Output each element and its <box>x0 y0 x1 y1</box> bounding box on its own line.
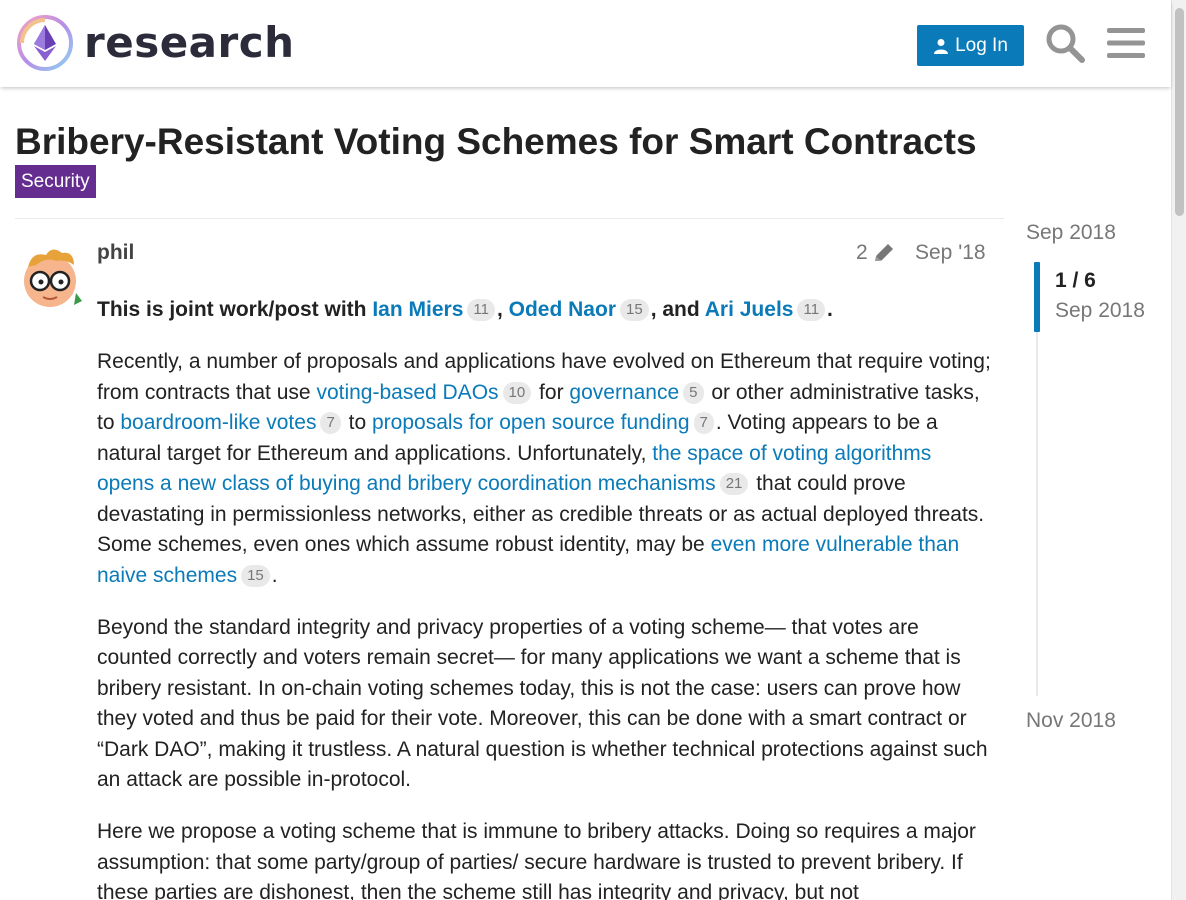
site-name: research <box>84 18 295 67</box>
timeline-end-date[interactable]: Nov 2018 <box>1026 706 1116 736</box>
site-logo[interactable]: research <box>16 14 295 72</box>
text: to <box>342 411 372 434</box>
text: . <box>827 298 833 321</box>
link-click-count: 5 <box>683 381 704 404</box>
link-click-count: 15 <box>241 564 270 587</box>
text: This is joint work/post with <box>97 298 373 321</box>
page-scrollbar[interactable] <box>1171 0 1186 900</box>
link-governance[interactable]: governance <box>569 381 679 404</box>
post-paragraph-2: Recently, a number of proposals and appl… <box>97 347 992 591</box>
link-click-count: 21 <box>719 473 749 495</box>
link-click-count: 11 <box>797 299 826 321</box>
ethereum-research-logo-icon <box>17 15 73 71</box>
link-boardroom-like-votes[interactable]: boardroom-like votes <box>120 411 316 434</box>
mention-link-ian-miers[interactable]: Ian Miers <box>372 298 463 321</box>
mention-link-oded-naor[interactable]: Oded Naor <box>509 298 616 321</box>
timeline-scroller-handle[interactable] <box>1034 262 1040 332</box>
timeline-position: 1 / 6 <box>1055 269 1096 292</box>
post-paragraph-3: Beyond the standard integrity and privac… <box>97 615 988 792</box>
link-click-count: 7 <box>320 412 341 434</box>
post-paragraph-1: This is joint work/post with Ian Miers 11… <box>97 295 992 326</box>
title-divider <box>15 218 1004 219</box>
timeline-position-date: Sep 2018 <box>1055 299 1145 322</box>
site-header: research Log In <box>0 0 1171 87</box>
post-body: This is joint work/post with Ian Miers 11… <box>97 295 992 900</box>
edit-count: 2 <box>856 241 868 264</box>
link-click-count: 7 <box>693 412 714 434</box>
text: , <box>496 298 509 321</box>
post-date[interactable]: Sep '18 <box>915 238 986 268</box>
category-badge[interactable]: Security <box>15 165 96 198</box>
login-label: Log In <box>955 34 1008 56</box>
hamburger-menu-icon[interactable] <box>1107 25 1145 61</box>
link-click-count: 10 <box>502 381 532 404</box>
post-paragraph-4: Here we propose a voting scheme that is … <box>97 820 976 900</box>
text: . <box>271 563 278 587</box>
scrollbar-thumb[interactable] <box>1175 8 1184 216</box>
user-avatar[interactable] <box>16 243 86 313</box>
topic-title[interactable]: Bribery-Resistant Voting Schemes for Sma… <box>15 120 977 164</box>
text: , and <box>650 298 705 321</box>
text: for <box>533 380 570 404</box>
link-click-count: 11 <box>467 299 495 321</box>
user-icon <box>934 38 949 54</box>
link-proposals-for-open-source-funding[interactable]: proposals for open source funding <box>372 411 690 434</box>
login-button[interactable]: Log In <box>917 25 1024 66</box>
timeline-start-date[interactable]: Sep 2018 <box>1026 218 1116 248</box>
link-click-count: 15 <box>620 299 649 321</box>
link-voting-based-daos[interactable]: voting-based DAOs <box>316 381 498 404</box>
search-icon[interactable] <box>1044 22 1086 64</box>
edit-history[interactable]: 2 <box>856 238 896 268</box>
post-username[interactable]: phil <box>97 238 134 268</box>
pencil-icon <box>874 244 893 261</box>
mention-link-ari-juels[interactable]: Ari Juels <box>705 298 794 321</box>
